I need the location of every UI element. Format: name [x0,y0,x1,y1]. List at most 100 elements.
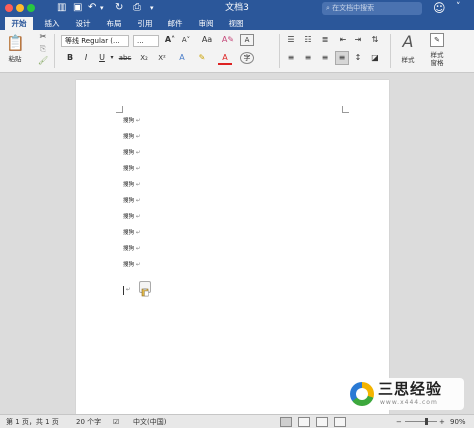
styles-gallery-icon[interactable]: A [397,32,419,52]
paragraph-mark: ↵ [136,246,141,252]
change-case-icon[interactable]: Aa [199,34,215,46]
proofing-icon[interactable]: ☑ [113,417,119,427]
draft-view-button[interactable] [334,417,346,427]
tab-design[interactable]: 设计 [72,17,94,30]
tab-insert[interactable]: 插入 [41,17,63,30]
clear-formatting-icon[interactable]: A✎ [221,34,235,46]
paragraph-mark: ↵ [136,198,141,204]
underline-icon[interactable]: U [96,52,108,64]
document-page[interactable]: 搜狗 ↵ 搜狗 ↵ 搜狗 ↵ 搜狗 ↵ 搜狗 ↵ 搜狗 ↵ 搜狗 ↵ 搜狗 ↵ 搜狗 ↵ 搜狗 ↵ … [76,80,389,414]
decrease-indent-icon[interactable]: ⇤ [337,34,349,46]
paragraph-line[interactable]: 搜狗 ↵ [123,133,141,141]
paragraph-line[interactable]: 搜狗 ↵ [123,181,141,189]
zoom-out-icon[interactable]: − [396,417,402,427]
styles-button-label[interactable]: 样式 [395,56,421,64]
zoom-level[interactable]: 90% [450,417,466,427]
ribbon: 📋 粘贴 ✂ ⎘ 🖌 等线 Regular (... ... A˄ A˅ Aa … [0,30,474,73]
paragraph-mark: ↵ [136,182,141,188]
margin-corner-mark [116,106,123,113]
strikethrough-icon[interactable]: abc [118,52,132,64]
zoom-slider[interactable] [405,421,437,422]
align-left-icon[interactable]: ≡ [285,52,297,64]
justify-icon[interactable]: ≡ [335,51,349,65]
ribbon-separator [54,34,55,68]
shrink-font-icon[interactable]: A˅ [179,34,193,46]
bullets-icon[interactable]: ☰ [285,34,297,46]
underline-dropdown-icon[interactable]: ▾ [108,52,116,64]
numbering-icon[interactable]: ☷ [302,34,314,46]
line-text: 搜狗 [123,262,135,268]
language-indicator[interactable]: 中文(中国) [133,417,166,427]
text-cursor [123,286,124,295]
italic-icon[interactable]: I [80,52,92,64]
paragraph-line[interactable]: 搜狗 ↵ [123,245,141,253]
tab-layout[interactable]: 布局 [103,17,125,30]
paste-options-button[interactable] [139,281,151,297]
line-text: 搜狗 [123,198,135,204]
sort-icon[interactable]: ⇅ [369,34,381,46]
align-right-icon[interactable]: ≡ [319,52,331,64]
paragraph-mark: ↵ [136,150,141,156]
line-text: 搜狗 [123,230,135,236]
word-count[interactable]: 20 个字 [76,417,101,427]
outline-view-button[interactable] [316,417,328,427]
zoom-slider-knob[interactable] [425,418,428,425]
feedback-smiley-icon[interactable]: ☺ [433,1,446,15]
styles-pane-icon[interactable]: ✎ [430,33,444,47]
shading-icon[interactable]: ◪ [369,52,381,64]
multilevel-list-icon[interactable]: ≣ [319,34,331,46]
line-spacing-icon[interactable]: ↕ [352,52,364,64]
watermark-title: 三思经验 [378,380,443,398]
paragraph-line[interactable]: 搜狗 ↵ [123,261,141,269]
paragraph-line[interactable]: 搜狗 ↵ [123,117,141,125]
paragraph-mark: ↵ [126,287,131,293]
paragraph-mark: ↵ [136,134,141,140]
text-effects-icon[interactable]: A [175,52,189,64]
paragraph-mark: ↵ [136,118,141,124]
enclose-characters-icon[interactable]: 字 [240,52,254,64]
cut-icon[interactable]: ✂ [38,31,48,43]
ribbon-separator [390,34,391,68]
tab-view[interactable]: 视图 [225,17,247,30]
paragraph-line[interactable]: 搜狗 ↵ [123,213,141,221]
font-name-select[interactable]: 等线 Regular (... [61,35,129,47]
font-size-select[interactable]: ... [133,35,159,47]
line-text: 搜狗 [123,166,135,172]
superscript-icon[interactable]: X² [155,52,169,64]
site-watermark: 三思经验 www.x444.com [346,378,464,410]
format-painter-icon[interactable]: 🖌 [38,55,48,67]
character-border-icon[interactable]: A [240,34,254,46]
print-layout-view-button[interactable] [280,417,292,427]
copy-icon[interactable]: ⎘ [38,43,48,55]
grow-font-icon[interactable]: A˄ [163,34,177,46]
watermark-url: www.x444.com [380,399,438,406]
paragraph-mark: ↵ [136,262,141,268]
align-center-icon[interactable]: ≡ [302,52,314,64]
bold-icon[interactable]: B [64,52,76,64]
line-text: 搜狗 [123,214,135,220]
increase-indent-icon[interactable]: ⇥ [352,34,364,46]
search-placeholder: 在文档中搜索 [332,4,375,12]
paste-icon[interactable]: 📋 [6,33,25,53]
tab-review[interactable]: 审阅 [195,17,217,30]
styles-pane-button-label[interactable]: 样式 窗格 [424,51,450,67]
tab-mailings[interactable]: 邮件 [164,17,186,30]
chevron-down-icon[interactable]: ˅ [456,2,461,12]
paragraph-line[interactable]: 搜狗 ↵ [123,149,141,157]
zoom-in-icon[interactable]: + [439,417,445,427]
tab-home[interactable]: 开始 [5,17,33,30]
paste-button-label[interactable]: 粘贴 [4,55,26,63]
highlight-color-icon[interactable]: ✎ [195,52,209,64]
paragraph-line[interactable]: 搜狗 ↵ [123,197,141,205]
search-input[interactable]: ⌕ 在文档中搜索 [322,2,422,15]
tab-references[interactable]: 引用 [134,17,156,30]
paragraph-line[interactable]: 搜狗 ↵ [123,229,141,237]
paragraph-line[interactable]: 搜狗 ↵ [123,165,141,173]
clipboard-icon [141,288,149,297]
web-layout-view-button[interactable] [298,417,310,427]
subscript-icon[interactable]: X₂ [137,52,151,64]
line-text: 搜狗 [123,182,135,188]
page-count[interactable]: 第 1 页，共 1 页 [6,417,59,427]
document-canvas[interactable]: 搜狗 ↵ 搜狗 ↵ 搜狗 ↵ 搜狗 ↵ 搜狗 ↵ 搜狗 ↵ 搜狗 ↵ 搜狗 ↵ 搜狗 ↵ 搜狗 ↵ … [0,74,474,414]
font-color-icon[interactable]: A [218,52,232,65]
